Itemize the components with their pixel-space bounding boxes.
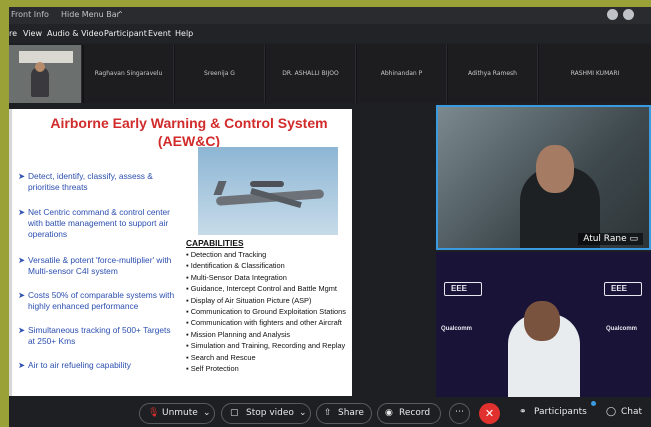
end-call-button[interactable]: ✕ xyxy=(479,403,500,424)
participant-tile[interactable]: RASHMI KUMARI xyxy=(539,45,651,103)
participant-tile[interactable]: Abhinandan P xyxy=(357,45,447,103)
participant-face xyxy=(524,301,560,341)
close-icon: ✕ xyxy=(484,407,495,420)
menu-item-view[interactable]: View xyxy=(23,29,42,38)
arrow-bullet-icon: ➤ xyxy=(18,360,26,370)
share-screen-icon: ⇧ xyxy=(324,408,332,418)
participant-tile[interactable]: Sreenija G xyxy=(175,45,265,103)
participant-tile[interactable]: Adithya Ramesh xyxy=(448,45,538,103)
participant-name: Raghavan Singaravelu xyxy=(94,70,163,77)
capability-item: Communication to Ground Exploitation Sta… xyxy=(186,306,354,317)
capability-item: Self Protection xyxy=(186,363,354,374)
participants-button[interactable]: Participants xyxy=(534,407,587,417)
menu-item-event[interactable]: Event xyxy=(148,29,171,38)
participant-name: Sreenija G xyxy=(204,70,235,77)
chevron-up-icon[interactable]: ⌃ xyxy=(117,10,124,19)
speaker-name-tag: Atul Rane ▭ xyxy=(578,233,643,245)
slide-bullet: ➤ Detect, identify, classify, assess & pr… xyxy=(18,171,153,193)
meeting-toolbar: 🎙 Unmute ⌄ ▢ Stop video ⌄ ⇧ Share ◉ Reco… xyxy=(9,401,651,427)
participant-tile[interactable]: Raghavan Singaravelu xyxy=(84,45,174,103)
slide-bullet: ➤ Versatile & potent 'force-multiplier' w… xyxy=(18,255,172,277)
slide-title: Airborne Early Warning & Control System xyxy=(50,115,328,131)
capability-item: Identification & Classification xyxy=(186,260,354,271)
chevron-down-icon[interactable]: ⌄ xyxy=(299,408,307,418)
participant-tile[interactable]: DR. ASHALLI BIJOO xyxy=(266,45,356,103)
participant-name: Adithya Ramesh xyxy=(468,70,517,77)
participants-icon: ⚭ xyxy=(519,407,527,417)
stop-video-button[interactable]: ▢ Stop video ⌄ xyxy=(221,403,311,424)
capability-item: Guidance, Intercept Control and Battle M… xyxy=(186,283,354,294)
slide-bullet: ➤ Net Centric command & control center wi… xyxy=(18,207,170,240)
capability-item: Multi-Sensor Data Integration xyxy=(186,272,354,283)
active-speaker-video[interactable]: Atul Rane ▭ xyxy=(436,105,651,250)
sponsor-logo-text: Qualcomm xyxy=(441,326,473,332)
shared-screen-slide: Airborne Early Warning & Control System … xyxy=(9,109,352,396)
screen-share-icon: ▭ xyxy=(629,234,638,244)
capability-item: Mission Planning and Analysis xyxy=(186,329,354,340)
event-logo-text: EEE xyxy=(611,284,628,293)
hide-menu-bar-button[interactable]: Hide Menu Bar xyxy=(61,10,120,19)
participant-video-large[interactable]: EEE EEE Qualcomm Qualcomm xyxy=(436,252,651,397)
participant-name: DR. ASHALLI BIJOO xyxy=(282,70,339,77)
record-icon: ◉ xyxy=(385,408,393,418)
capability-item: Detection and Tracking xyxy=(186,249,354,260)
unmute-button[interactable]: 🎙 Unmute ⌄ xyxy=(139,403,215,424)
arrow-bullet-icon: ➤ xyxy=(18,207,26,217)
capabilities-list: Detection and Tracking Identification & … xyxy=(186,249,354,374)
capability-item: Search and Rescue xyxy=(186,352,354,363)
participant-name: RASHMI KUMARI xyxy=(570,70,620,77)
chat-icon: ◯ xyxy=(606,407,617,417)
backdrop-banner xyxy=(19,51,73,63)
capability-item: Display of Air Situation Picture (ASP) xyxy=(186,295,354,306)
aewc-aircraft-image xyxy=(198,147,338,235)
arrow-bullet-icon: ➤ xyxy=(18,290,26,300)
menu-bar: re View Audio & Video Participant Event … xyxy=(9,24,651,43)
mic-muted-icon: 🎙 xyxy=(148,408,160,418)
record-button[interactable]: ◉ Record xyxy=(377,403,441,424)
slide-bullet: ➤ Simultaneous tracking of 500+ Targets a… xyxy=(18,325,171,347)
participant-name: Abhinandan P xyxy=(380,70,423,77)
slide-bullet: ➤ Air to air refueling capability xyxy=(18,360,131,370)
participant-strip: Raghavan Singaravelu Sreenija G DR. ASHA… xyxy=(9,45,651,103)
title-bar: Front Info Hide Menu Bar ⌃ xyxy=(9,7,651,24)
capabilities-heading: CAPABILITIES xyxy=(186,238,244,248)
more-options-button[interactable]: ⋯ xyxy=(449,403,470,424)
arrow-bullet-icon: ➤ xyxy=(18,255,26,265)
aircraft-tail xyxy=(213,181,227,195)
arrow-bullet-icon: ➤ xyxy=(18,325,26,335)
menu-item-audio-video[interactable]: Audio & Video xyxy=(47,29,103,38)
minimize-icon[interactable] xyxy=(607,9,618,20)
radar-dome xyxy=(250,181,284,187)
participant-head xyxy=(35,62,45,72)
menu-item-participant[interactable]: Participant xyxy=(104,29,147,38)
sponsor-logo-text: Qualcomm xyxy=(606,326,638,332)
menu-item-more[interactable]: re xyxy=(9,29,17,38)
arrow-bullet-icon: ➤ xyxy=(18,171,26,181)
share-button[interactable]: ⇧ Share xyxy=(316,403,372,424)
restore-icon[interactable] xyxy=(623,9,634,20)
meeting-window: Front Info Hide Menu Bar ⌃ re View Audio… xyxy=(9,7,651,427)
speaker-name: Atul Rane xyxy=(583,234,627,244)
menu-item-help[interactable]: Help xyxy=(175,29,193,38)
front-info-label[interactable]: Front Info xyxy=(11,10,49,19)
chevron-down-icon[interactable]: ⌄ xyxy=(203,408,211,418)
chat-button[interactable]: Chat xyxy=(621,407,642,417)
speaker-face xyxy=(536,145,574,193)
event-logo-text: EEE xyxy=(451,284,468,293)
capability-item: Simulation and Training, Recording and R… xyxy=(186,340,354,351)
notification-dot xyxy=(591,401,596,406)
slide-bullet: ➤ Costs 50% of comparable systems with hi… xyxy=(18,290,175,312)
video-camera-icon: ▢ xyxy=(230,408,239,418)
participant-video-thumb[interactable] xyxy=(9,45,82,103)
capability-item: Communication with fighters and other Ai… xyxy=(186,317,354,328)
